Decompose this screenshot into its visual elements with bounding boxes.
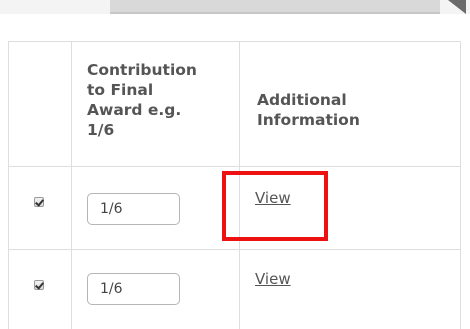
scrollbar-thumb[interactable] xyxy=(110,0,440,14)
header-line: Contribution xyxy=(87,61,197,79)
row-1-checkbox[interactable] xyxy=(34,197,44,207)
header-line: 1/6 xyxy=(87,121,115,139)
row-divider xyxy=(9,249,460,250)
horizontal-scrollbar[interactable] xyxy=(0,0,470,14)
screenshot-canvas: Contribution to Final Award e.g. 1/6 Add… xyxy=(0,0,470,329)
column-header-contribution: Contribution to Final Award e.g. 1/6 xyxy=(87,60,237,140)
header-line: Award e.g. xyxy=(87,101,182,119)
column-header-additional-information: Additional Information xyxy=(257,90,447,130)
row-2-view-link[interactable]: View xyxy=(255,270,291,288)
header-line: Information xyxy=(257,111,360,129)
row-1-contribution-input[interactable]: 1/6 xyxy=(87,193,180,225)
window-corner xyxy=(448,0,466,14)
header-line: Additional xyxy=(257,91,347,109)
column-divider xyxy=(71,42,72,329)
column-divider xyxy=(239,42,240,329)
row-1-view-link[interactable]: View xyxy=(255,189,291,207)
module-table: Contribution to Final Award e.g. 1/6 Add… xyxy=(8,41,461,329)
row-2-contribution-input[interactable]: 1/6 xyxy=(87,273,180,305)
header-row-divider xyxy=(9,166,460,167)
header-line: to Final xyxy=(87,81,154,99)
row-2-checkbox[interactable] xyxy=(34,280,44,290)
